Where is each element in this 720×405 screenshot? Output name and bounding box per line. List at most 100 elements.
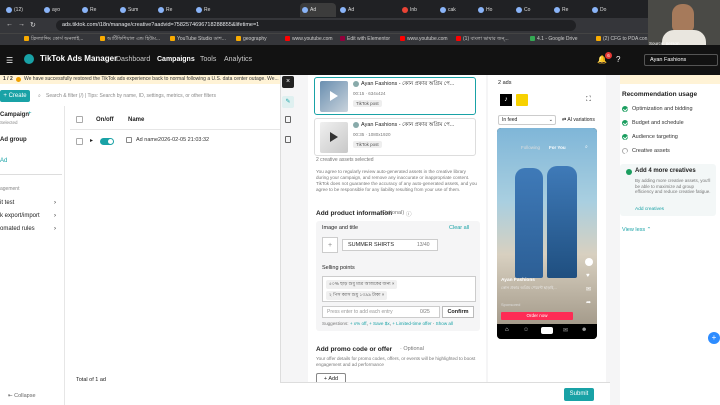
tiktok-logo[interactable]: TikTok Ads Manager: [40, 54, 117, 63]
table-row[interactable]: ▸ Ad name2026-02-05 21:03:32: [70, 130, 280, 152]
bookmark[interactable]: Edit with Elementor: [340, 36, 390, 42]
status-toggle[interactable]: [100, 138, 114, 145]
brand-logo[interactable]: [516, 94, 528, 106]
row-checkbox[interactable]: [76, 138, 83, 145]
sidebar-bulk-export[interactable]: k export/import: [0, 213, 40, 219]
folder-icon: [596, 36, 601, 41]
nav-analytics[interactable]: Analytics: [224, 56, 252, 63]
add-creatives-link[interactable]: Add creatives: [635, 207, 664, 212]
select-all-checkbox[interactable]: [76, 116, 83, 123]
browser-tab[interactable]: (12): [4, 3, 40, 17]
model-right: [547, 166, 577, 278]
creative-asset-card[interactable]: Ayan Fashions - কোন প্রকার অগ্রিম পে... …: [314, 118, 476, 156]
recommendation-title: Recommendation usage: [622, 91, 698, 98]
menu-icon[interactable]: ☰: [6, 56, 13, 65]
browser-tab[interactable]: Re: [156, 3, 192, 17]
show-all-link[interactable]: Show all: [436, 321, 453, 326]
account-switch-icon[interactable]: [24, 54, 34, 64]
view-less-link[interactable]: View less ⌃: [622, 227, 651, 233]
bookmark[interactable]: www.youtube.com: [400, 36, 448, 42]
browser-tab-active[interactable]: Ad: [300, 3, 336, 17]
browser-tab[interactable]: Re: [80, 3, 116, 17]
bookmark[interactable]: YouTube Studio ডাশ...: [170, 36, 226, 44]
account-selector[interactable]: Ayan Fashions: [644, 54, 718, 66]
fullscreen-icon[interactable]: ⛶: [586, 96, 591, 104]
bookmark[interactable]: আর্টিফিশিয়াল এন্ড হিউম...: [100, 36, 160, 44]
clear-all-link[interactable]: Clear all: [449, 225, 469, 231]
suggestion-chip[interactable]: + Save $x: [369, 321, 390, 326]
favicon-icon: [592, 7, 598, 13]
add-campaign-icon[interactable]: +: [28, 111, 32, 117]
folder-icon: [100, 36, 105, 41]
expand-icon[interactable]: ▸: [90, 137, 93, 144]
rec-item: Optimization and bidding: [622, 106, 693, 112]
creative-asset-card[interactable]: Ayan Fashions - কোন প্রকার অগ্রিম পে... …: [314, 77, 476, 115]
nav-tools[interactable]: Tools: [200, 56, 216, 63]
folder-icon: [24, 36, 29, 41]
bookmark[interactable]: (1) বাংলা ভাষার জন্...: [456, 36, 509, 44]
ad-form-scroll[interactable]: Ayan Fashions - কোন প্রকার অগ্রিম পে... …: [308, 75, 486, 385]
nav-campaigns[interactable]: Campaigns: [157, 56, 195, 63]
selling-points-label: Selling points: [322, 265, 355, 271]
row-select-icon[interactable]: [126, 137, 132, 143]
browser-tab[interactable]: ayo: [42, 3, 78, 17]
submit-button[interactable]: Submit: [564, 388, 594, 401]
ai-variations-button[interactable]: ⇄ AI variations: [562, 117, 595, 123]
play-icon: [330, 132, 338, 142]
browser-tab[interactable]: Ho: [476, 3, 512, 17]
favicon-icon: [554, 7, 560, 13]
favicon-icon: [82, 7, 88, 13]
sidebar-ad[interactable]: Ad: [0, 158, 7, 164]
selling-points-box[interactable]: ৫০% ছাড় শুধু মাত্র আজকের জন্য × ২ পিস ক…: [322, 276, 476, 302]
nav-dashboard[interactable]: Dashboard: [116, 56, 150, 63]
reload-icon[interactable]: ↻: [30, 21, 36, 29]
copy-icon[interactable]: [285, 136, 291, 143]
search-input[interactable]: Search & filter (/) | Tips: Search by na…: [36, 90, 278, 102]
browser-tab[interactable]: Do: [590, 3, 626, 17]
confirm-button[interactable]: Confirm: [442, 306, 474, 318]
back-icon[interactable]: ←: [6, 21, 13, 28]
floating-help-button[interactable]: +: [708, 332, 720, 344]
browser-tab[interactable]: Co: [514, 3, 550, 17]
help-icon[interactable]: ?: [616, 55, 620, 64]
ad-name[interactable]: Ad name2026-02-05 21:03:32: [136, 137, 209, 143]
pager[interactable]: 1 / 2: [3, 75, 13, 84]
suggestion-chip[interactable]: + x% off: [350, 321, 367, 326]
forward-icon[interactable]: →: [18, 21, 25, 28]
browser-tab[interactable]: Sum: [118, 3, 154, 17]
info-icon: [16, 77, 21, 82]
address-bar[interactable]: ads.tiktok.com/i18n/manage/creative?aadv…: [56, 20, 576, 31]
bookmark[interactable]: ফ্রিল্যান্সিং কোর্স অনলাই...: [24, 36, 83, 44]
bookmark[interactable]: www.youtube.com: [285, 36, 333, 42]
bookmark[interactable]: (2) CFG to PDA con...: [596, 36, 652, 42]
browser-tab[interactable]: Re: [194, 3, 230, 17]
app-header: ☰ TikTok Ads Manager Dashboard Campaigns…: [0, 45, 720, 75]
sidebar-automated-rules[interactable]: omated rules: [0, 226, 35, 232]
selling-point-tag[interactable]: ২ পিস ক্যাস শুধু ১৩৯৯ টাকা ×: [326, 291, 388, 300]
selling-point-tag[interactable]: ৫০% ছাড় শুধু মাত্র আজকের জন্য ×: [326, 280, 398, 289]
placement-select[interactable]: In feed ⌄: [498, 115, 556, 125]
suggestion-chip[interactable]: + Limited-time offer: [392, 321, 431, 326]
collapse-button[interactable]: ⇤ Collapse: [8, 393, 36, 399]
pending-icon: [622, 148, 628, 154]
browser-tab[interactable]: Inb: [400, 3, 436, 17]
bookmark[interactable]: 4.1 - Google Drive: [530, 36, 578, 42]
sidebar-split-test[interactable]: it test: [0, 200, 14, 206]
close-icon[interactable]: ×: [282, 76, 294, 88]
favicon-icon: [6, 7, 12, 13]
tab-for-you: For You: [549, 145, 566, 150]
sidebar-ad-group[interactable]: Ad group: [0, 137, 27, 143]
create-button[interactable]: + Create: [0, 90, 30, 102]
search-icon: ⌕: [585, 144, 588, 150]
sidebar-campaign[interactable]: Campaign: [0, 112, 29, 118]
browser-tab-bar: (12) ayo Re Sum Re Re Ad Ad Inb cak Ho C…: [0, 0, 720, 18]
add-image-button[interactable]: +: [322, 237, 338, 253]
tiktok-icon[interactable]: ♪: [500, 94, 512, 106]
browser-tab[interactable]: Ad: [338, 3, 374, 17]
asset-title: Ayan Fashions - কোন প্রকার অগ্রিম পে...: [361, 81, 455, 87]
browser-tab[interactable]: Re: [552, 3, 588, 17]
browser-tab[interactable]: cak: [438, 3, 474, 17]
edit-icon[interactable]: ✎: [282, 96, 294, 108]
bookmark[interactable]: geography: [236, 36, 267, 42]
document-icon[interactable]: [285, 116, 291, 123]
